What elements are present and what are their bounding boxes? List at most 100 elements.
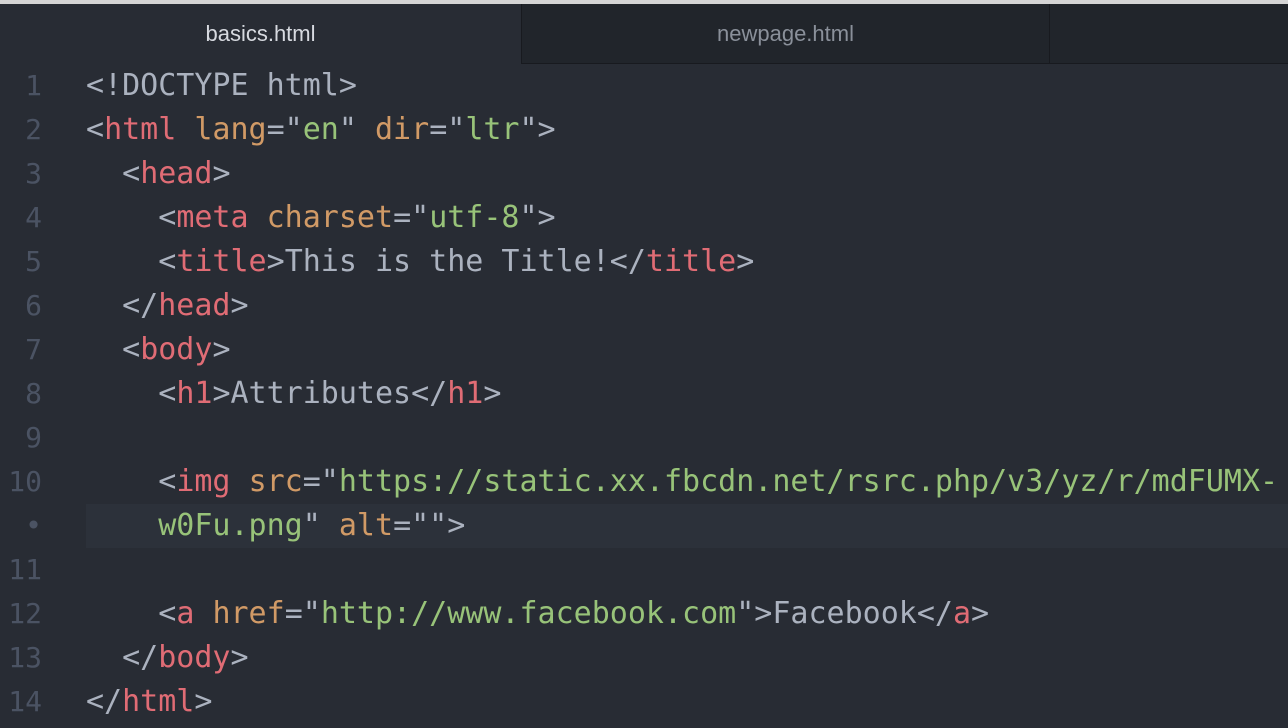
token-tag: a: [176, 596, 195, 631]
token-p: =": [302, 464, 339, 499]
code-line[interactable]: 12 <a href="http://www.facebook.com">Fac…: [0, 592, 1288, 636]
token-attr: charset: [266, 200, 394, 235]
code-line[interactable]: 4 <meta charset="utf-8">: [0, 196, 1288, 240]
token-attr: lang: [194, 112, 267, 147]
token-p: =": [429, 112, 466, 147]
code-line[interactable]: 2 <html lang="en" dir="ltr">: [0, 108, 1288, 152]
line-number: 11: [8, 553, 42, 586]
code-line[interactable]: 11: [0, 548, 1288, 592]
code-line[interactable]: 3 <head>: [0, 152, 1288, 196]
token-p: >: [971, 596, 990, 631]
tab-basics-html[interactable]: basics.html: [0, 4, 521, 64]
token-p: </: [916, 596, 953, 631]
code-text: w0Fu.png" alt="">: [86, 504, 1288, 548]
token-p: [176, 112, 194, 147]
line-number: 9: [25, 421, 42, 454]
token-p: ": [338, 112, 375, 147]
token-p: [194, 596, 212, 631]
token-p: </: [609, 244, 646, 279]
line-number: 1: [25, 69, 42, 102]
token-p: <: [158, 200, 177, 235]
code-text: <img src="https://static.xx.fbcdn.net/rs…: [86, 460, 1288, 504]
tab-bar-empty-space[interactable]: [1049, 4, 1288, 64]
token-str: https://static.xx.fbcdn.net/rsrc.php/v3/…: [338, 464, 1279, 499]
token-text: This is the Title!: [284, 244, 610, 279]
line-number: 4: [25, 201, 42, 234]
token-tag: body: [140, 332, 213, 367]
line-number: 8: [25, 377, 42, 410]
token-str: http://www.facebook.com: [320, 596, 737, 631]
line-number: 6: [25, 289, 42, 322]
code-line[interactable]: 14 </html>: [0, 680, 1288, 724]
token-attr: dir: [375, 112, 430, 147]
token-tag: a: [952, 596, 972, 631]
line-number: 14: [8, 685, 42, 718]
token-p: >: [212, 332, 231, 367]
token-tag: title: [645, 244, 737, 279]
code-line[interactable]: 13 </body>: [0, 636, 1288, 680]
code-editor[interactable]: 1 <!DOCTYPE html> 2 <html lang="en" dir="lt…: [0, 64, 1288, 728]
token-p: =": [393, 200, 430, 235]
tab-bar: basics.html newpage.html: [0, 4, 1288, 64]
token-p: </: [411, 376, 448, 411]
token-p: [231, 464, 249, 499]
token-p: >: [230, 640, 249, 675]
token-p: </: [86, 684, 123, 719]
code-line[interactable]: 6 </head>: [0, 284, 1288, 328]
line-number: 10: [8, 465, 42, 498]
token-tag: meta: [176, 200, 249, 235]
token-p: >: [212, 156, 231, 191]
token-tag: html: [104, 112, 177, 147]
token-p: >: [483, 376, 502, 411]
token-str: en: [302, 112, 339, 147]
line-number: 3: [25, 157, 42, 190]
code-text: <!DOCTYPE html>: [86, 64, 1288, 108]
token-str: utf-8: [429, 200, 520, 235]
token-p: <: [122, 156, 141, 191]
code-line[interactable]: 5 <title>This is the Title!</title>: [0, 240, 1288, 284]
code-text: </head>: [86, 284, 1288, 328]
code-text: </body>: [86, 636, 1288, 680]
token-p: <!DOCTYPE html>: [86, 68, 357, 103]
token-p: >: [194, 684, 213, 719]
token-p: [249, 200, 267, 235]
token-text: Facebook: [772, 596, 917, 631]
token-tag: head: [140, 156, 213, 191]
token-str: w0Fu.png: [158, 508, 303, 543]
token-tag: title: [176, 244, 267, 279]
tab-newpage-html[interactable]: newpage.html: [521, 4, 1049, 64]
code-line[interactable]: 7 <body>: [0, 328, 1288, 372]
line-number: 5: [25, 245, 42, 278]
token-tag: html: [122, 684, 195, 719]
code-line[interactable]: • w0Fu.png" alt="">: [0, 504, 1288, 548]
code-text: <head>: [86, 152, 1288, 196]
code-text: <html lang="en" dir="ltr">: [86, 108, 1288, 152]
code-text: </html>: [86, 680, 1288, 724]
token-text: Attributes: [230, 376, 412, 411]
line-number: 12: [8, 597, 42, 630]
code-line[interactable]: 10 <img src="https://static.xx.fbcdn.net…: [0, 460, 1288, 504]
line-number: 7: [25, 333, 42, 366]
token-p: ">: [736, 596, 773, 631]
token-p: <: [122, 332, 141, 367]
line-number: 13: [8, 641, 42, 674]
token-tag: h1: [176, 376, 213, 411]
code-line[interactable]: 9: [0, 416, 1288, 460]
token-p: ">: [519, 112, 556, 147]
token-p: </: [122, 640, 159, 675]
token-p: ">: [519, 200, 556, 235]
code-text: <a href="http://www.facebook.com">Facebo…: [86, 592, 1288, 636]
token-p: <: [158, 596, 177, 631]
token-p: >: [212, 376, 231, 411]
token-p: =": [284, 596, 321, 631]
token-p: ": [302, 508, 339, 543]
tab-label: basics.html: [205, 21, 316, 46]
code-line[interactable]: 8 <h1>Attributes</h1>: [0, 372, 1288, 416]
soft-wrap-marker: •: [25, 509, 42, 542]
token-p: </: [122, 288, 159, 323]
code-line[interactable]: 1 <!DOCTYPE html>: [0, 64, 1288, 108]
token-tag: img: [176, 464, 231, 499]
token-p: >: [230, 288, 249, 323]
